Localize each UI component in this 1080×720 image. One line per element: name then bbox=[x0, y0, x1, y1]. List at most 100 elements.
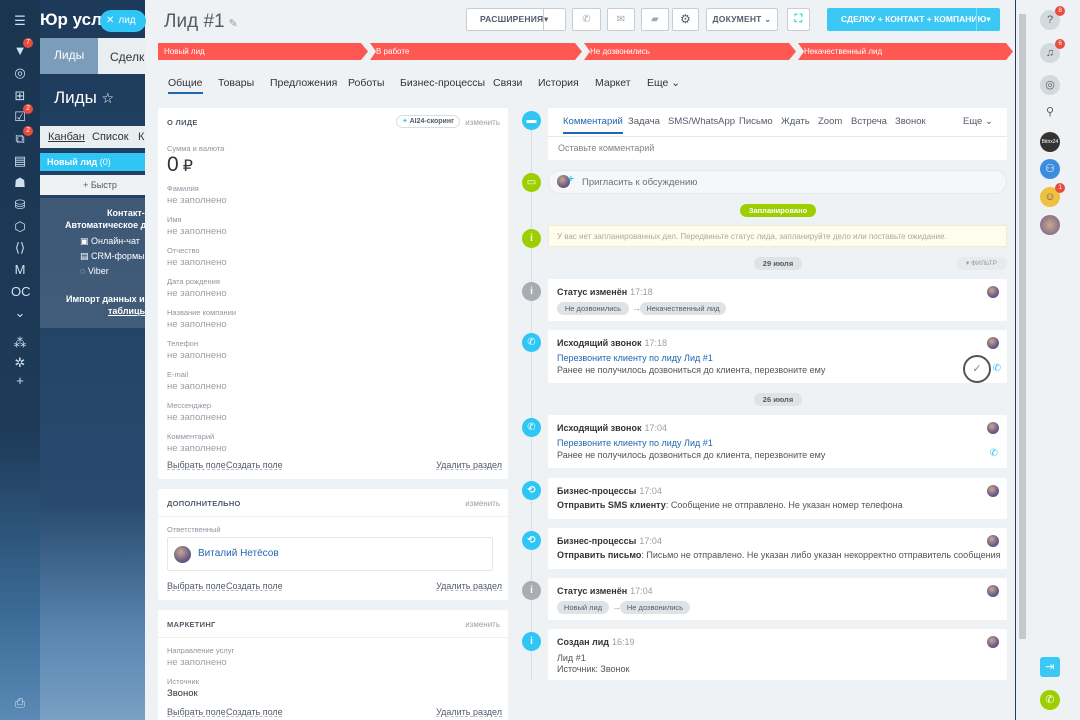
delete-section-link[interactable]: Удалить раздел bbox=[436, 707, 502, 717]
create-field-link[interactable]: Создать поле bbox=[226, 460, 283, 470]
bg-view-kanban[interactable]: Канбан bbox=[48, 131, 85, 143]
pencil-icon[interactable]: ✎ bbox=[229, 18, 238, 30]
gear-icon[interactable]: ⚙ bbox=[672, 8, 699, 31]
select-field-link[interactable]: Выбрать поле bbox=[167, 707, 226, 717]
chevron-down-circle-icon[interactable]: ⌄ bbox=[11, 304, 29, 322]
field-value[interactable]: не заполнено bbox=[167, 226, 227, 237]
field-value[interactable]: не заполнено bbox=[167, 443, 227, 454]
filter-icon[interactable]: ▼ 7 bbox=[11, 38, 33, 60]
responsible-box[interactable]: Виталий Нетёсов bbox=[167, 537, 493, 571]
composer-tab-more[interactable]: Еще ⌄ bbox=[963, 116, 993, 127]
tab-offers[interactable]: Предложения bbox=[270, 77, 337, 89]
composer-tab-call[interactable]: Звонок bbox=[895, 116, 926, 127]
phone-icon[interactable]: ✆ bbox=[1040, 690, 1060, 710]
field-value[interactable]: не заполнено bbox=[167, 257, 227, 268]
field-value[interactable]: не заполнено bbox=[167, 195, 227, 206]
scan-qr-icon[interactable]: ⛶ bbox=[787, 8, 810, 31]
avatar[interactable]: ☺ 1 bbox=[1040, 183, 1065, 207]
composer-tab-comment[interactable]: Комментарий bbox=[563, 116, 623, 134]
printer-icon[interactable]: ⎙ bbox=[11, 694, 29, 712]
bg-view-list[interactable]: Список bbox=[92, 131, 129, 143]
bitrix-logo[interactable]: Bitrix24 bbox=[1040, 132, 1060, 152]
phone-icon[interactable]: ✆ bbox=[993, 363, 1001, 374]
scrollbar[interactable] bbox=[1016, 0, 1028, 720]
tab-more[interactable]: Еще ⌄ bbox=[647, 77, 680, 89]
stage-not-reached[interactable]: Не дозвонились bbox=[584, 43, 796, 60]
field-value[interactable]: не заполнено bbox=[167, 381, 227, 392]
code-icon[interactable]: ⟨⟩ bbox=[11, 239, 29, 257]
sum-value[interactable]: 0 ₽ bbox=[167, 153, 193, 177]
settings-icon[interactable]: ✲ bbox=[11, 354, 29, 372]
lead-close-tab[interactable]: ✕ лид bbox=[100, 10, 146, 32]
mail-icon[interactable]: ✉ bbox=[607, 8, 635, 31]
call-task-link[interactable]: Перезвоните клиенту по лиду Лид #1 bbox=[557, 438, 713, 448]
group-chat-icon[interactable]: ⚇ bbox=[1040, 159, 1060, 179]
field-value[interactable]: Звонок bbox=[167, 688, 198, 699]
create-field-link[interactable]: Создать поле bbox=[226, 581, 283, 591]
mail-letter-icon[interactable]: M bbox=[11, 261, 29, 279]
composer-tab-task[interactable]: Задача bbox=[628, 116, 660, 127]
composer-tab-meeting[interactable]: Встреча bbox=[851, 116, 887, 127]
stage-new[interactable]: Новый лид bbox=[158, 43, 368, 60]
invite-to-discussion[interactable]: + Пригласить к обсуждению bbox=[548, 170, 1007, 194]
avatar[interactable] bbox=[1040, 215, 1060, 235]
field-value[interactable]: не заполнено bbox=[167, 350, 227, 361]
star-icon[interactable]: ☆ bbox=[102, 90, 115, 106]
cart-icon[interactable]: ⊞ bbox=[11, 87, 29, 105]
robot-icon[interactable]: ☗ bbox=[11, 174, 29, 192]
composer-tab-sms[interactable]: SMS/WhatsApp bbox=[668, 116, 735, 127]
stage-bad-lead[interactable]: Некачественный лид bbox=[798, 43, 1013, 60]
tab-market[interactable]: Маркет bbox=[595, 77, 631, 89]
box-icon[interactable]: ⬡ bbox=[11, 218, 29, 236]
responsible-name[interactable]: Виталий Нетёсов bbox=[198, 548, 279, 559]
field-value[interactable]: не заполнено bbox=[167, 412, 227, 423]
structure-icon[interactable]: ⁂ bbox=[11, 334, 29, 352]
tab-general[interactable]: Общие bbox=[168, 77, 203, 94]
chat-bubble-icon[interactable]: ◎ bbox=[1040, 75, 1060, 95]
edit-link[interactable]: изменить bbox=[465, 118, 500, 127]
field-value[interactable]: не заполнено bbox=[167, 657, 227, 668]
edit-link[interactable]: изменить bbox=[465, 499, 500, 508]
composer-tab-zoom[interactable]: Zoom bbox=[818, 116, 842, 127]
convert-lead-button[interactable]: СДЕЛКУ + КОНТАКТ + КОМПАНИЮ ▾ bbox=[827, 8, 1000, 31]
document-button[interactable]: ДОКУМЕНТ ⌄ bbox=[706, 8, 778, 31]
scroll-thumb[interactable] bbox=[1019, 14, 1026, 639]
field-value[interactable]: не заполнено bbox=[167, 288, 227, 299]
bg-tab-leads[interactable]: Лиды bbox=[40, 38, 99, 74]
chat-icon[interactable]: ▰ bbox=[641, 8, 669, 31]
create-field-link[interactable]: Создать поле bbox=[226, 707, 283, 717]
field-value[interactable]: не заполнено bbox=[167, 319, 227, 330]
edit-link[interactable]: изменить bbox=[465, 620, 500, 629]
chevron-down-icon[interactable]: ▾ bbox=[543, 9, 565, 30]
help-icon[interactable]: ? 8 bbox=[1040, 6, 1065, 30]
exit-icon[interactable]: ⇥ bbox=[1040, 657, 1060, 677]
filter-button[interactable]: ▾ ФИЛЬТР bbox=[956, 257, 1007, 270]
tasks-icon[interactable]: ☑ 2 bbox=[11, 104, 33, 126]
database-icon[interactable]: ⛁ bbox=[11, 196, 29, 214]
tab-links[interactable]: Связи bbox=[493, 77, 522, 89]
comment-input[interactable]: Оставьте комментарий bbox=[558, 143, 654, 153]
delete-section-link[interactable]: Удалить раздел bbox=[436, 581, 502, 591]
composer-tab-email[interactable]: Письмо bbox=[739, 116, 773, 127]
phone-icon[interactable]: ✆ bbox=[572, 8, 601, 31]
id-card-icon[interactable]: ▤ bbox=[11, 152, 29, 170]
bg-tab-deals[interactable]: Сделк bbox=[110, 50, 144, 64]
tab-products[interactable]: Товары bbox=[218, 77, 254, 89]
delete-section-link[interactable]: Удалить раздел bbox=[436, 460, 502, 470]
call-task-link[interactable]: Перезвоните клиенту по лиду Лид #1 bbox=[557, 353, 713, 363]
phone-icon[interactable]: ✆ bbox=[990, 448, 998, 459]
select-field-link[interactable]: Выбрать поле bbox=[167, 460, 226, 470]
search-icon[interactable]: ⚲ bbox=[1040, 102, 1060, 122]
check-icon[interactable]: ✓ bbox=[963, 355, 991, 383]
tab-robots[interactable]: Роботы bbox=[348, 77, 384, 89]
select-field-link[interactable]: Выбрать поле bbox=[167, 581, 226, 591]
tab-history[interactable]: История bbox=[538, 77, 579, 89]
bg-view-more[interactable]: К bbox=[138, 131, 144, 143]
tab-bizproc[interactable]: Бизнес-процессы bbox=[400, 77, 485, 89]
composer-tab-wait[interactable]: Ждать bbox=[781, 116, 810, 127]
ai-scoring-tag[interactable]: ✦ AI24-скоринг bbox=[396, 115, 460, 128]
bell-icon[interactable]: ♫ 6 bbox=[1040, 39, 1065, 63]
sitemap-icon[interactable]: ⧉ 2 bbox=[11, 126, 33, 148]
chevron-down-icon[interactable]: ▾ bbox=[976, 8, 1000, 31]
menu-icon[interactable]: ☰ bbox=[11, 12, 29, 30]
